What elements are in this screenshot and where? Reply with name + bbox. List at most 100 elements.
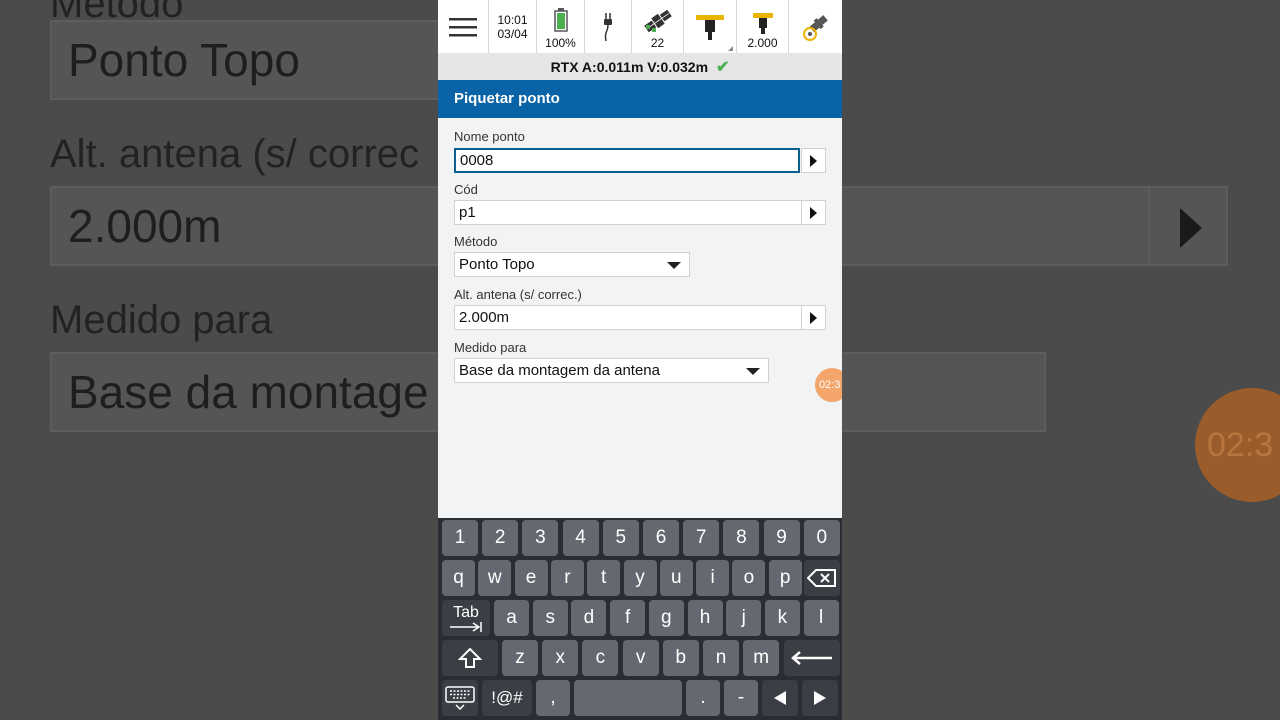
antenna-height-text: 2.000 [747, 36, 778, 50]
app-screen: 10:01 03/04 100% 22 2.000 RTX A:0.011m V… [438, 0, 842, 720]
keyboard-row-qwerty: qwertyuiop [438, 558, 842, 598]
space-key[interactable] [574, 680, 682, 716]
key-1[interactable]: 1 [442, 520, 478, 556]
key-4[interactable]: 4 [562, 520, 599, 556]
keyboard-row-numbers: 1234567890 [438, 518, 842, 558]
satellite-tracking-cell[interactable] [789, 0, 842, 53]
key-o[interactable]: o [732, 560, 766, 596]
key-j[interactable]: j [726, 600, 762, 636]
arrow-right-icon [810, 311, 817, 324]
cursor-right-key[interactable] [802, 680, 838, 716]
measured-to-dropdown[interactable]: Base da montagem da antena [454, 358, 769, 383]
bg-method-value: Ponto Topo [50, 20, 450, 100]
timer-badge[interactable]: 02:3 [815, 368, 842, 402]
key-0[interactable]: 0 [803, 520, 840, 556]
on-screen-keyboard: 1234567890 qwertyuiop Tab asdfghjkl z x … [438, 518, 842, 720]
menu-button[interactable] [438, 0, 489, 53]
chevron-down-icon [746, 368, 760, 375]
comma-key[interactable]: , [536, 680, 570, 716]
bg-measured-label: Medido para [50, 298, 273, 342]
key-s[interactable]: s [532, 600, 568, 636]
key-x[interactable]: x [542, 640, 579, 676]
period-key[interactable]: . [686, 680, 720, 716]
corner-indicator [728, 46, 733, 51]
arrow-left-icon [774, 691, 786, 705]
check-icon: ✔ [716, 58, 730, 76]
key-u[interactable]: u [659, 560, 693, 596]
satellites-cell[interactable]: 22 [632, 0, 684, 53]
key-l[interactable]: l [803, 600, 839, 636]
key-5[interactable]: 5 [602, 520, 639, 556]
key-b[interactable]: b [662, 640, 699, 676]
method-value: Ponto Topo [459, 256, 535, 273]
code-input[interactable]: p1 [454, 200, 802, 225]
key-y[interactable]: y [623, 560, 657, 596]
satellite-tracking-icon [802, 14, 828, 41]
key-q[interactable]: q [442, 560, 475, 596]
point-name-input[interactable]: 0008 [454, 148, 800, 173]
key-2[interactable]: 2 [482, 520, 519, 556]
bg-timer-circle: 02:3 [1195, 388, 1280, 502]
antenna-icon [752, 13, 773, 34]
key-m[interactable]: m [743, 640, 780, 676]
symbols-key[interactable]: !@# [482, 680, 532, 716]
bg-antenna-label: Alt. antena (s/ correc [50, 132, 420, 176]
key-f[interactable]: f [610, 600, 646, 636]
key-w[interactable]: w [478, 560, 512, 596]
antenna-height-input[interactable]: 2.000m [454, 305, 802, 330]
tab-key-label: Tab [453, 604, 479, 621]
shift-key[interactable] [442, 640, 498, 676]
key-h[interactable]: h [687, 600, 723, 636]
key-3[interactable]: 3 [522, 520, 559, 556]
key-z[interactable]: z [502, 640, 538, 676]
backspace-icon [807, 569, 836, 587]
arrow-right-icon [814, 691, 826, 705]
antenna-height-arrow-button[interactable] [801, 305, 826, 330]
battery-cell[interactable]: 100% [537, 0, 585, 53]
receiver-cell[interactable] [684, 0, 737, 53]
key-d[interactable]: d [571, 600, 607, 636]
key-g[interactable]: g [648, 600, 684, 636]
key-6[interactable]: 6 [643, 520, 679, 556]
arrow-right-icon [810, 206, 817, 219]
cursor-left-key[interactable] [762, 680, 798, 716]
measured-to-value: Base da montagem da antena [459, 362, 660, 379]
arrow-right-icon [810, 154, 817, 167]
date-text: 03/04 [497, 26, 528, 41]
key-9[interactable]: 9 [763, 520, 800, 556]
point-name-arrow-button[interactable] [801, 148, 826, 173]
key-p[interactable]: p [768, 560, 802, 596]
key-8[interactable]: 8 [723, 520, 760, 556]
enter-arrow-icon [791, 651, 832, 665]
power-plug-icon [604, 12, 612, 41]
tab-arrow-icon [450, 622, 482, 632]
key-a[interactable]: a [494, 600, 529, 636]
satellites-count: 22 [650, 36, 665, 50]
key-v[interactable]: v [622, 640, 659, 676]
backspace-key[interactable] [804, 560, 840, 596]
battery-icon [553, 8, 568, 32]
method-dropdown[interactable]: Ponto Topo [454, 252, 690, 277]
key-r[interactable]: r [550, 560, 584, 596]
rtx-accuracy-bar: RTX A:0.011m V:0.032m ✔ [438, 53, 842, 80]
power-cell[interactable] [585, 0, 632, 53]
datetime-cell[interactable]: 10:01 03/04 [489, 0, 537, 53]
code-arrow-button[interactable] [801, 200, 826, 225]
shift-arrow-icon [458, 647, 482, 668]
key-7[interactable]: 7 [683, 520, 720, 556]
key-n[interactable]: n [703, 640, 739, 676]
enter-key[interactable] [784, 640, 840, 676]
key-k[interactable]: k [764, 600, 800, 636]
key-c[interactable]: c [582, 640, 619, 676]
key-e[interactable]: e [514, 560, 548, 596]
receiver-icon [696, 14, 724, 40]
keyboard-switch-key[interactable] [442, 680, 478, 716]
dash-key[interactable]: - [724, 680, 758, 716]
page-title: Piquetar ponto [438, 80, 842, 118]
key-t[interactable]: t [587, 560, 621, 596]
key-i[interactable]: i [696, 560, 730, 596]
tab-key[interactable]: Tab [442, 600, 490, 636]
chevron-down-icon [667, 262, 681, 269]
point-name-label: Nome ponto [454, 129, 525, 144]
antenna-height-cell[interactable]: 2.000 [737, 0, 789, 53]
